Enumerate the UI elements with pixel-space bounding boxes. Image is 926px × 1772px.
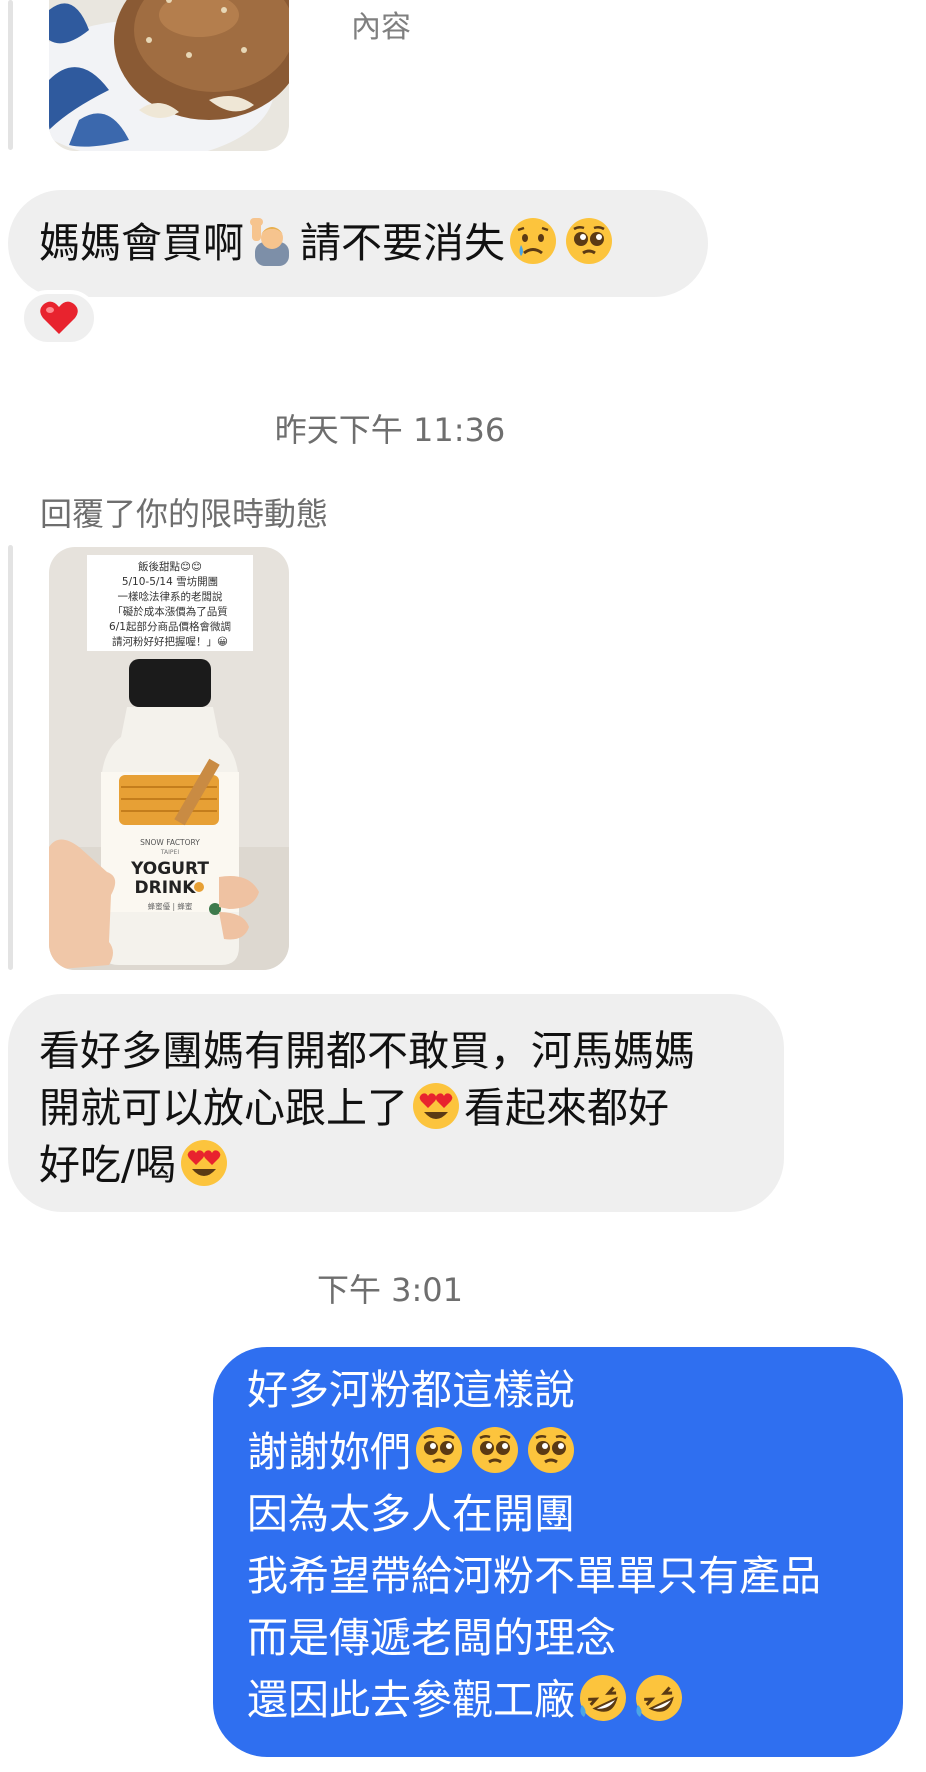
heart-eyes-icon <box>411 1081 461 1131</box>
pleading-face-icon <box>564 216 614 266</box>
story-reply-label: 回覆了你的限時動態 <box>40 495 329 533</box>
message-text: 媽媽會買啊 <box>39 219 244 267</box>
pleading-face-icon <box>526 1425 576 1475</box>
person-raising-hand-icon <box>247 216 297 266</box>
story-reply-bar-top <box>8 0 13 150</box>
rolling-laughing-icon <box>578 1673 628 1723</box>
story-note-line: 請河粉好好把握喔！」😀 <box>112 635 228 648</box>
message-text: 謝謝妳們 <box>247 1428 411 1476</box>
message-line: 我希望帶給河粉不單單只有產品 <box>247 1552 821 1600</box>
story-note-line: 一樣唸法律系的老闆說 <box>118 590 223 603</box>
bottle-brand-sub: TAIPEI <box>160 849 179 856</box>
pleading-face-icon <box>470 1425 520 1475</box>
timestamp: 下午 3:01 <box>316 1271 464 1309</box>
message-line: 開就可以放心跟上了 看起來都好 <box>39 1080 784 1137</box>
pleading-face-icon <box>414 1425 464 1475</box>
message-line: 好多河粉都這樣說 <box>247 1366 575 1414</box>
message-line: 因為太多人在開團 <box>247 1490 575 1538</box>
story-thumbnail-bread[interactable] <box>49 0 289 151</box>
message-text: 請不要消失 <box>300 219 505 267</box>
heart-eyes-icon <box>179 1138 229 1188</box>
incoming-message-2[interactable]: 看好多團媽有開都不敢買，河馬媽媽 開就可以放心跟上了 看起來都好 好吃/喝 <box>8 994 784 1212</box>
chat-thread: 內容 媽媽會買啊 請不要消失 昨天下午 11:36 回覆了你的限時動態 飯後甜點😊… <box>0 0 926 1772</box>
message-line: 謝謝妳們 <box>247 1421 903 1483</box>
heart-icon <box>40 301 78 334</box>
story-thumbnail-yogurt[interactable]: 飯後甜點😊😊 5/10-5/14 雪坊開團 一樣唸法律系的老闆說 「礙於成本漲價… <box>49 547 289 970</box>
story-note-line: 飯後甜點😊😊 <box>138 560 202 573</box>
incoming-message-1[interactable]: 媽媽會買啊 請不要消失 <box>8 190 708 297</box>
yogurt-photo: 飯後甜點😊😊 5/10-5/14 雪坊開團 一樣唸法律系的老闆說 「礙於成本漲價… <box>49 547 289 970</box>
rolling-laughing-icon <box>634 1673 684 1723</box>
story-note-line: 「礙於成本漲價為了品質 <box>112 605 228 618</box>
bottle-label-line2: DRINK <box>135 878 197 898</box>
message-text: 看起來都好 <box>464 1084 669 1132</box>
bread-photo <box>49 0 289 151</box>
bottle-label-line1: YOGURT <box>130 859 209 879</box>
bottle-brand: SNOW FACTORY <box>140 838 200 847</box>
story-note-line: 5/10-5/14 雪坊開團 <box>122 575 218 588</box>
bottle-label-sub: 蜂蜜優 | 蜂蜜 <box>148 901 193 911</box>
outgoing-message-1[interactable]: 好多河粉都這樣說 謝謝妳們 因為太多人在開團 我希望帶給河粉不單單只有產品 而是… <box>213 1347 903 1757</box>
story-note-line: 6/1起部分商品價格會微調 <box>109 620 231 633</box>
message-text: 好吃/喝 <box>39 1141 176 1189</box>
message-line: 看好多團媽有開都不敢買，河馬媽媽 <box>39 1027 695 1075</box>
message-line: 還因此去參觀工廠 <box>247 1669 903 1731</box>
story-caption: 內容 <box>351 10 411 45</box>
crying-face-icon <box>508 216 558 266</box>
story-reply-bar <box>8 545 13 970</box>
heart-reaction[interactable] <box>20 290 98 346</box>
message-text: 還因此去參觀工廠 <box>247 1676 575 1724</box>
timestamp: 昨天下午 11:36 <box>274 411 506 449</box>
message-line: 好吃/喝 <box>39 1137 784 1194</box>
message-text: 開就可以放心跟上了 <box>39 1084 408 1132</box>
message-line: 而是傳遞老闆的理念 <box>247 1614 616 1662</box>
